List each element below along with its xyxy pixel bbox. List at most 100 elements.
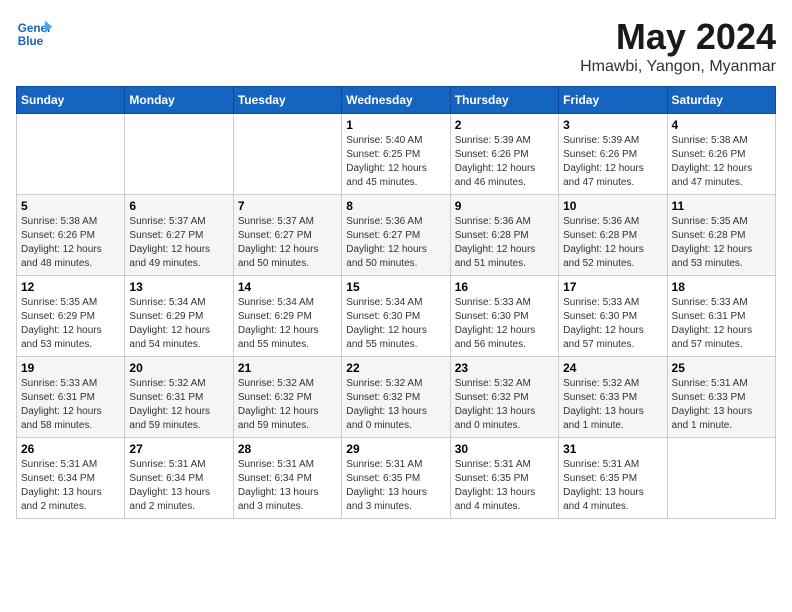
calendar-cell: 1 Sunrise: 5:40 AM Sunset: 6:25 PM Daylig…: [342, 114, 450, 195]
day-info: Sunrise: 5:36 AM Sunset: 6:28 PM Dayligh…: [455, 215, 554, 271]
day-number: 3: [563, 118, 662, 132]
calendar-cell: 14Sunrise: 5:34 AM Sunset: 6:29 PM Dayli…: [233, 276, 341, 357]
calendar-cell: 6 Sunrise: 5:37 AM Sunset: 6:27 PM Daylig…: [125, 195, 233, 276]
calendar-cell: 15 Sunrise: 5:34 AM Sunset: 6:30 PM Dayli…: [342, 276, 450, 357]
day-number: 27: [129, 442, 228, 456]
day-info: Sunrise: 5:35 AM Sunset: 6:28 PM Dayligh…: [672, 215, 771, 271]
calendar-cell: 28Sunrise: 5:31 AM Sunset: 6:34 PM Dayli…: [233, 438, 341, 519]
calendar-cell: 25Sunrise: 5:31 AM Sunset: 6:33 PM Dayli…: [667, 357, 775, 438]
day-header-saturday: Saturday: [667, 87, 775, 114]
day-number: 20: [129, 361, 228, 375]
day-header-thursday: Thursday: [450, 87, 558, 114]
day-number: 21: [238, 361, 337, 375]
day-info: Sunrise: 5:31 AM Sunset: 6:35 PM Dayligh…: [346, 458, 445, 514]
day-info: Sunrise: 5:32 AM Sunset: 6:31 PM Dayligh…: [129, 377, 228, 433]
calendar-cell: 3 Sunrise: 5:39 AM Sunset: 6:26 PM Daylig…: [559, 114, 667, 195]
day-header-tuesday: Tuesday: [233, 87, 341, 114]
week-row-4: 19 Sunrise: 5:33 AM Sunset: 6:31 PM Dayli…: [17, 357, 776, 438]
day-info: Sunrise: 5:39 AM Sunset: 6:26 PM Dayligh…: [455, 134, 554, 190]
title-area: May 2024 Hmawbi, Yangon, Myanmar: [580, 16, 776, 76]
calendar-cell: 29 Sunrise: 5:31 AM Sunset: 6:35 PM Dayli…: [342, 438, 450, 519]
day-number: 31: [563, 442, 662, 456]
calendar-cell: 13 Sunrise: 5:34 AM Sunset: 6:29 PM Dayli…: [125, 276, 233, 357]
calendar-cell: 16 Sunrise: 5:33 AM Sunset: 6:30 PM Dayli…: [450, 276, 558, 357]
day-number: 30: [455, 442, 554, 456]
day-info: Sunrise: 5:37 AM Sunset: 6:27 PM Dayligh…: [129, 215, 228, 271]
day-number: 8: [346, 199, 445, 213]
calendar-header-row: SundayMondayTuesdayWednesdayThursdayFrid…: [17, 87, 776, 114]
calendar-cell: 31 Sunrise: 5:31 AM Sunset: 6:35 PM Dayli…: [559, 438, 667, 519]
calendar-cell: 24 Sunrise: 5:32 AM Sunset: 6:33 PM Dayli…: [559, 357, 667, 438]
calendar-cell: [17, 114, 125, 195]
calendar-cell: 11Sunrise: 5:35 AM Sunset: 6:28 PM Dayli…: [667, 195, 775, 276]
calendar-cell: [233, 114, 341, 195]
page-header: General Blue May 2024 Hmawbi, Yangon, My…: [16, 16, 776, 76]
week-row-2: 5Sunrise: 5:38 AM Sunset: 6:26 PM Daylig…: [17, 195, 776, 276]
calendar-cell: 18 Sunrise: 5:33 AM Sunset: 6:31 PM Dayli…: [667, 276, 775, 357]
calendar-cell: 23Sunrise: 5:32 AM Sunset: 6:32 PM Dayli…: [450, 357, 558, 438]
day-number: 24: [563, 361, 662, 375]
day-header-monday: Monday: [125, 87, 233, 114]
calendar-cell: 27Sunrise: 5:31 AM Sunset: 6:34 PM Dayli…: [125, 438, 233, 519]
calendar-cell: 8 Sunrise: 5:36 AM Sunset: 6:27 PM Daylig…: [342, 195, 450, 276]
calendar-cell: 12Sunrise: 5:35 AM Sunset: 6:29 PM Dayli…: [17, 276, 125, 357]
day-info: Sunrise: 5:39 AM Sunset: 6:26 PM Dayligh…: [563, 134, 662, 190]
day-number: 9: [455, 199, 554, 213]
calendar-cell: 5Sunrise: 5:38 AM Sunset: 6:26 PM Daylig…: [17, 195, 125, 276]
calendar-cell: 22 Sunrise: 5:32 AM Sunset: 6:32 PM Dayli…: [342, 357, 450, 438]
day-info: Sunrise: 5:32 AM Sunset: 6:33 PM Dayligh…: [563, 377, 662, 433]
day-header-friday: Friday: [559, 87, 667, 114]
calendar-cell: [125, 114, 233, 195]
day-number: 29: [346, 442, 445, 456]
day-number: 26: [21, 442, 120, 456]
day-number: 6: [129, 199, 228, 213]
day-number: 18: [672, 280, 771, 294]
day-header-wednesday: Wednesday: [342, 87, 450, 114]
calendar-cell: 30Sunrise: 5:31 AM Sunset: 6:35 PM Dayli…: [450, 438, 558, 519]
day-info: Sunrise: 5:38 AM Sunset: 6:26 PM Dayligh…: [672, 134, 771, 190]
day-info: Sunrise: 5:32 AM Sunset: 6:32 PM Dayligh…: [238, 377, 337, 433]
calendar-cell: 10 Sunrise: 5:36 AM Sunset: 6:28 PM Dayli…: [559, 195, 667, 276]
day-number: 7: [238, 199, 337, 213]
day-number: 22: [346, 361, 445, 375]
main-title: May 2024: [580, 16, 776, 58]
day-info: Sunrise: 5:31 AM Sunset: 6:33 PM Dayligh…: [672, 377, 771, 433]
day-header-sunday: Sunday: [17, 87, 125, 114]
day-info: Sunrise: 5:33 AM Sunset: 6:31 PM Dayligh…: [672, 296, 771, 352]
week-row-3: 12Sunrise: 5:35 AM Sunset: 6:29 PM Dayli…: [17, 276, 776, 357]
day-info: Sunrise: 5:35 AM Sunset: 6:29 PM Dayligh…: [21, 296, 120, 352]
day-info: Sunrise: 5:34 AM Sunset: 6:29 PM Dayligh…: [238, 296, 337, 352]
day-number: 1: [346, 118, 445, 132]
day-info: Sunrise: 5:33 AM Sunset: 6:30 PM Dayligh…: [455, 296, 554, 352]
calendar-cell: 2Sunrise: 5:39 AM Sunset: 6:26 PM Daylig…: [450, 114, 558, 195]
day-number: 10: [563, 199, 662, 213]
day-info: Sunrise: 5:33 AM Sunset: 6:31 PM Dayligh…: [21, 377, 120, 433]
day-number: 5: [21, 199, 120, 213]
calendar-cell: 20 Sunrise: 5:32 AM Sunset: 6:31 PM Dayli…: [125, 357, 233, 438]
day-info: Sunrise: 5:32 AM Sunset: 6:32 PM Dayligh…: [455, 377, 554, 433]
svg-text:Blue: Blue: [18, 35, 44, 48]
day-info: Sunrise: 5:36 AM Sunset: 6:27 PM Dayligh…: [346, 215, 445, 271]
day-number: 19: [21, 361, 120, 375]
day-info: Sunrise: 5:31 AM Sunset: 6:34 PM Dayligh…: [21, 458, 120, 514]
day-number: 28: [238, 442, 337, 456]
day-number: 16: [455, 280, 554, 294]
calendar-cell: 7 Sunrise: 5:37 AM Sunset: 6:27 PM Daylig…: [233, 195, 341, 276]
day-number: 4: [672, 118, 771, 132]
logo: General Blue: [16, 16, 52, 52]
calendar-cell: 4 Sunrise: 5:38 AM Sunset: 6:26 PM Daylig…: [667, 114, 775, 195]
calendar-cell: 9 Sunrise: 5:36 AM Sunset: 6:28 PM Daylig…: [450, 195, 558, 276]
day-number: 13: [129, 280, 228, 294]
day-number: 15: [346, 280, 445, 294]
calendar-cell: 17Sunrise: 5:33 AM Sunset: 6:30 PM Dayli…: [559, 276, 667, 357]
calendar-cell: 19 Sunrise: 5:33 AM Sunset: 6:31 PM Dayli…: [17, 357, 125, 438]
day-info: Sunrise: 5:40 AM Sunset: 6:25 PM Dayligh…: [346, 134, 445, 190]
day-info: Sunrise: 5:32 AM Sunset: 6:32 PM Dayligh…: [346, 377, 445, 433]
calendar-cell: 21 Sunrise: 5:32 AM Sunset: 6:32 PM Dayli…: [233, 357, 341, 438]
week-row-1: 1 Sunrise: 5:40 AM Sunset: 6:25 PM Daylig…: [17, 114, 776, 195]
day-info: Sunrise: 5:34 AM Sunset: 6:30 PM Dayligh…: [346, 296, 445, 352]
day-info: Sunrise: 5:31 AM Sunset: 6:35 PM Dayligh…: [563, 458, 662, 514]
day-info: Sunrise: 5:37 AM Sunset: 6:27 PM Dayligh…: [238, 215, 337, 271]
day-info: Sunrise: 5:34 AM Sunset: 6:29 PM Dayligh…: [129, 296, 228, 352]
day-info: Sunrise: 5:36 AM Sunset: 6:28 PM Dayligh…: [563, 215, 662, 271]
